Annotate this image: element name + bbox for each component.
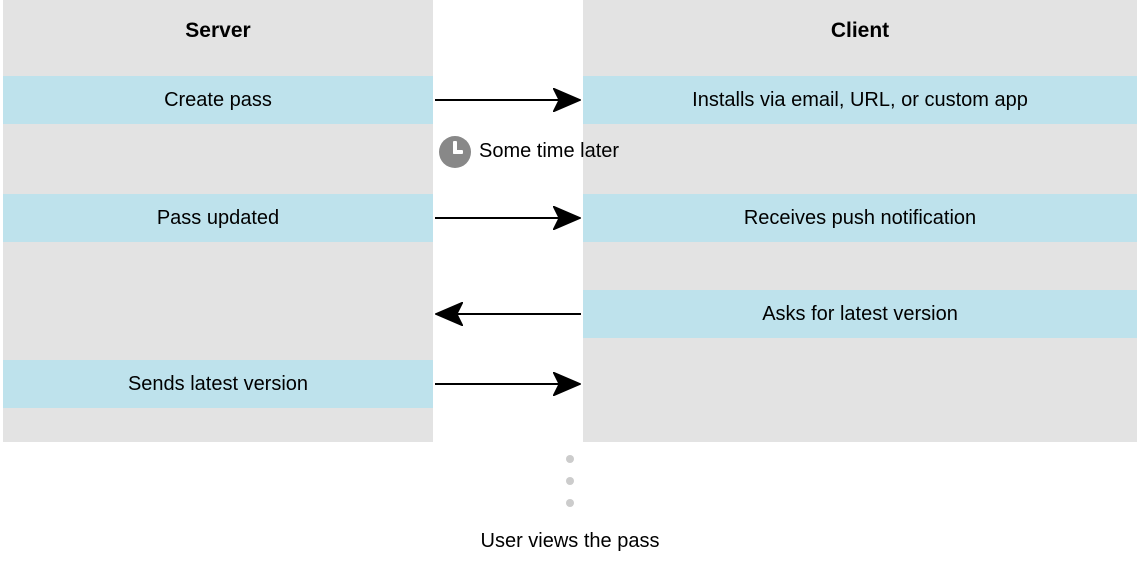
time-later-label: Some time later — [479, 140, 619, 163]
dot — [566, 455, 574, 463]
client-row-asks-latest: Asks for latest version — [583, 290, 1137, 338]
server-column: Server Create pass Pass updated Sends la… — [3, 0, 433, 442]
dot — [566, 477, 574, 485]
ellipsis-dots — [3, 455, 1137, 507]
clock-icon — [439, 136, 471, 168]
client-column: Client Installs via email, URL, or custo… — [583, 0, 1137, 442]
footer-label: User views the pass — [3, 530, 1137, 553]
dot — [566, 499, 574, 507]
client-header: Client — [583, 0, 1137, 62]
client-row-installs: Installs via email, URL, or custom app — [583, 76, 1137, 124]
client-row-receives-push: Receives push notification — [583, 194, 1137, 242]
server-header: Server — [3, 0, 433, 62]
server-row-create-pass: Create pass — [3, 76, 433, 124]
arrows-layer — [433, 0, 583, 442]
server-row-sends-latest: Sends latest version — [3, 360, 433, 408]
server-row-pass-updated: Pass updated — [3, 194, 433, 242]
